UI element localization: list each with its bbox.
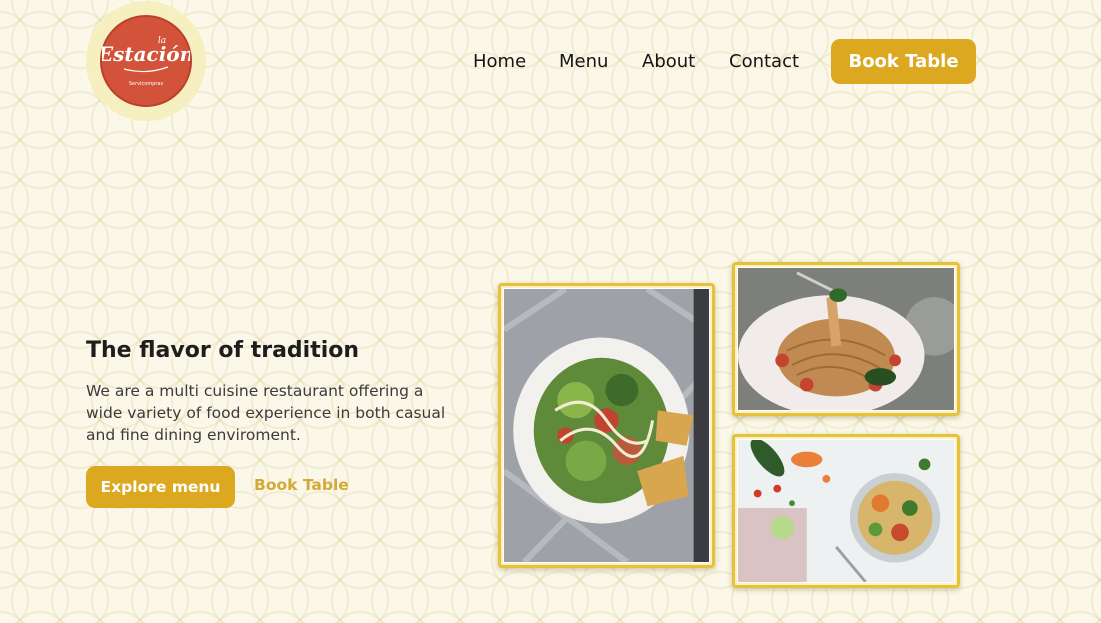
nav-about-link[interactable]: About — [642, 48, 695, 76]
hero-description: We are a multi cuisine restaurant offeri… — [86, 382, 446, 444]
svg-text:la: la — [158, 36, 166, 46]
salad-image — [504, 289, 709, 562]
pasta-photo — [732, 262, 960, 416]
book-table-button[interactable]: Book Table — [831, 39, 976, 84]
svg-text:Servicompras: Servicompras — [129, 81, 164, 87]
hero-title: The flavor of tradition — [86, 338, 360, 363]
book-table-link[interactable]: Book Table — [254, 476, 349, 494]
nav-home-link[interactable]: Home — [473, 48, 526, 76]
explore-menu-button[interactable]: Explore menu — [86, 466, 235, 508]
bowl-photo — [732, 434, 960, 588]
bowl-image — [738, 440, 954, 582]
nav-contact-link[interactable]: Contact — [729, 48, 799, 76]
pasta-image — [738, 268, 954, 410]
nav-menu-link[interactable]: Menu — [559, 48, 608, 76]
salad-photo — [498, 283, 715, 568]
